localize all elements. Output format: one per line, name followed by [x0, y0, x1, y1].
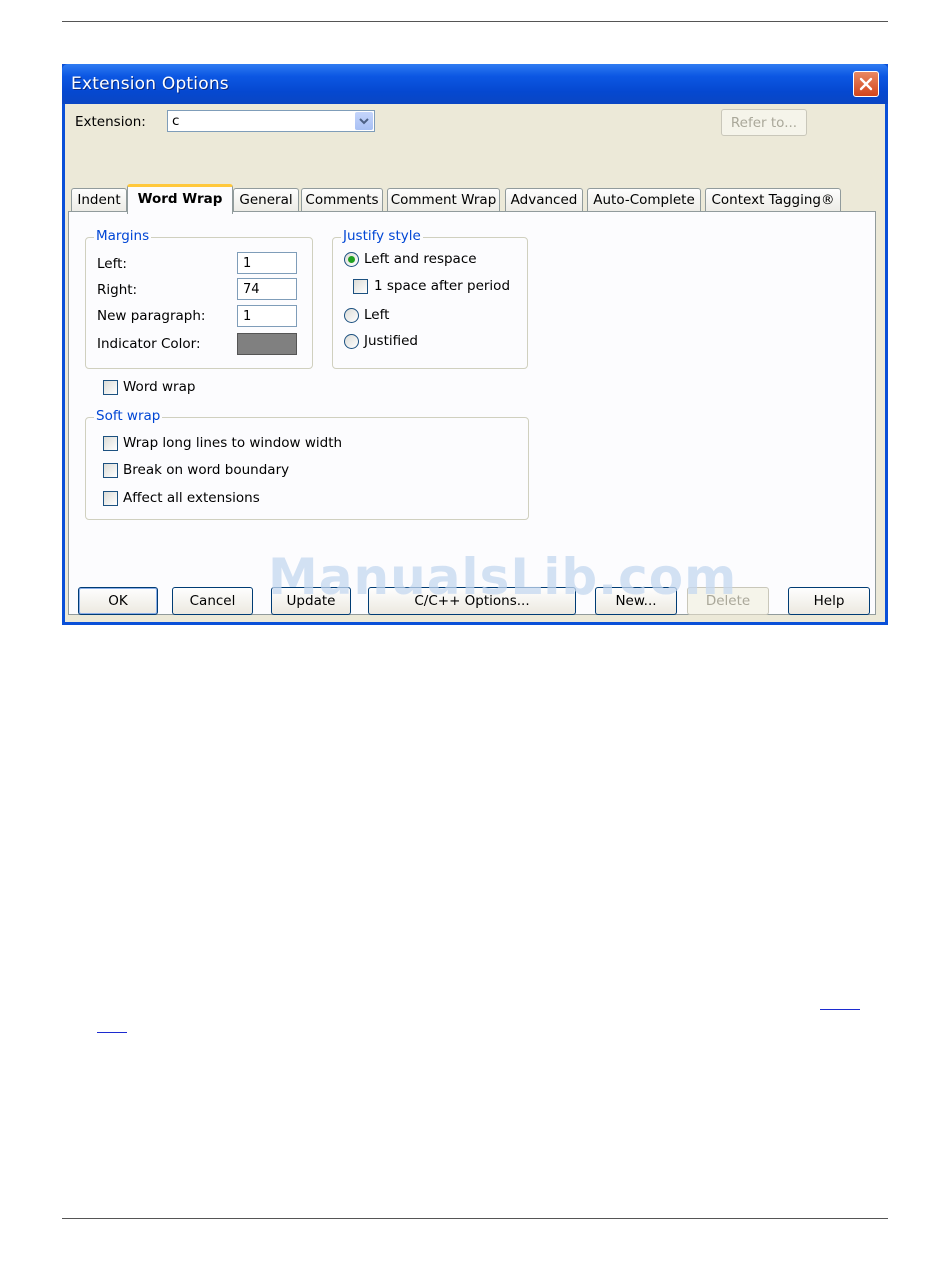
update-button[interactable]: Update — [271, 587, 351, 615]
justify-style-group-label: Justify style — [341, 228, 423, 244]
new-paragraph-label: New paragraph: — [97, 308, 206, 324]
tab-comments[interactable]: Comments — [301, 188, 383, 212]
break-on-word-boundary-checkbox[interactable] — [103, 463, 118, 478]
one-space-after-period-label: 1 space after period — [374, 278, 511, 294]
title-bar[interactable]: Extension Options — [62, 64, 888, 104]
tab-general[interactable]: General — [233, 188, 299, 212]
link-underline-2[interactable] — [97, 1032, 127, 1033]
refer-to-button[interactable]: Refer to... — [721, 109, 807, 136]
right-margin-label: Right: — [97, 282, 138, 298]
extension-dropdown-button[interactable] — [355, 112, 373, 130]
word-wrap-panel: Margins Left: 1 Right: 74 New paragraph:… — [68, 211, 876, 615]
close-icon — [859, 77, 873, 91]
justified-radio[interactable] — [344, 334, 359, 349]
left-margin-label: Left: — [97, 256, 127, 272]
affect-all-extensions-label: Affect all extensions — [123, 490, 260, 506]
justify-style-group: Justify style Left and respace 1 space a… — [332, 228, 528, 369]
justified-radio-label: Justified — [364, 333, 418, 349]
word-wrap-label: Word wrap — [123, 379, 196, 395]
soft-wrap-group-label: Soft wrap — [94, 408, 163, 424]
new-paragraph-input[interactable]: 1 — [237, 305, 297, 327]
tab-indent[interactable]: Indent — [71, 188, 127, 212]
right-margin-input[interactable]: 74 — [237, 278, 297, 300]
wrap-long-lines-label: Wrap long lines to window width — [123, 435, 343, 451]
left-and-respace-label: Left and respace — [364, 251, 477, 267]
page-footer-rule — [62, 1218, 888, 1219]
left-margin-input[interactable]: 1 — [237, 252, 297, 274]
help-button[interactable]: Help — [788, 587, 870, 615]
extension-value: c — [172, 113, 180, 129]
wrap-long-lines-checkbox[interactable] — [103, 436, 118, 451]
one-space-after-period-checkbox[interactable] — [353, 279, 368, 294]
word-wrap-checkbox[interactable] — [103, 380, 118, 395]
indicator-color-label: Indicator Color: — [97, 336, 201, 352]
ok-button[interactable]: OK — [78, 587, 158, 615]
dialog-client-area: Extension: c Refer to... Indent Word Wra… — [65, 104, 885, 622]
chevron-down-icon — [359, 118, 369, 125]
tab-word-wrap[interactable]: Word Wrap — [127, 184, 233, 214]
affect-all-extensions-checkbox[interactable] — [103, 491, 118, 506]
extension-label: Extension: — [75, 114, 146, 130]
link-underline-1[interactable] — [820, 1009, 860, 1010]
tab-advanced[interactable]: Advanced — [505, 188, 583, 212]
soft-wrap-group: Soft wrap Wrap long lines to window widt… — [85, 408, 529, 520]
dialog-title: Extension Options — [71, 74, 229, 94]
delete-button[interactable]: Delete — [687, 587, 769, 615]
indicator-color-swatch[interactable] — [237, 333, 297, 355]
close-button[interactable] — [853, 71, 879, 97]
page-header-rule — [62, 21, 888, 22]
margins-group-label: Margins — [94, 228, 152, 244]
new-button[interactable]: New... — [595, 587, 677, 615]
extension-combo[interactable]: c — [167, 110, 375, 132]
tab-auto-complete[interactable]: Auto-Complete — [587, 188, 701, 212]
break-on-word-boundary-label: Break on word boundary — [123, 462, 290, 478]
cpp-options-button[interactable]: C/C++ Options... — [368, 587, 576, 615]
left-and-respace-radio[interactable] — [344, 252, 359, 267]
extension-options-dialog: Extension Options Extension: c Refer to.… — [62, 64, 888, 625]
cancel-button[interactable]: Cancel — [172, 587, 253, 615]
tab-context-tagging[interactable]: Context Tagging® — [705, 188, 841, 212]
left-radio-label: Left — [364, 307, 390, 323]
margins-group: Margins Left: 1 Right: 74 New paragraph:… — [85, 228, 313, 369]
tab-comment-wrap[interactable]: Comment Wrap — [387, 188, 500, 212]
left-radio[interactable] — [344, 308, 359, 323]
